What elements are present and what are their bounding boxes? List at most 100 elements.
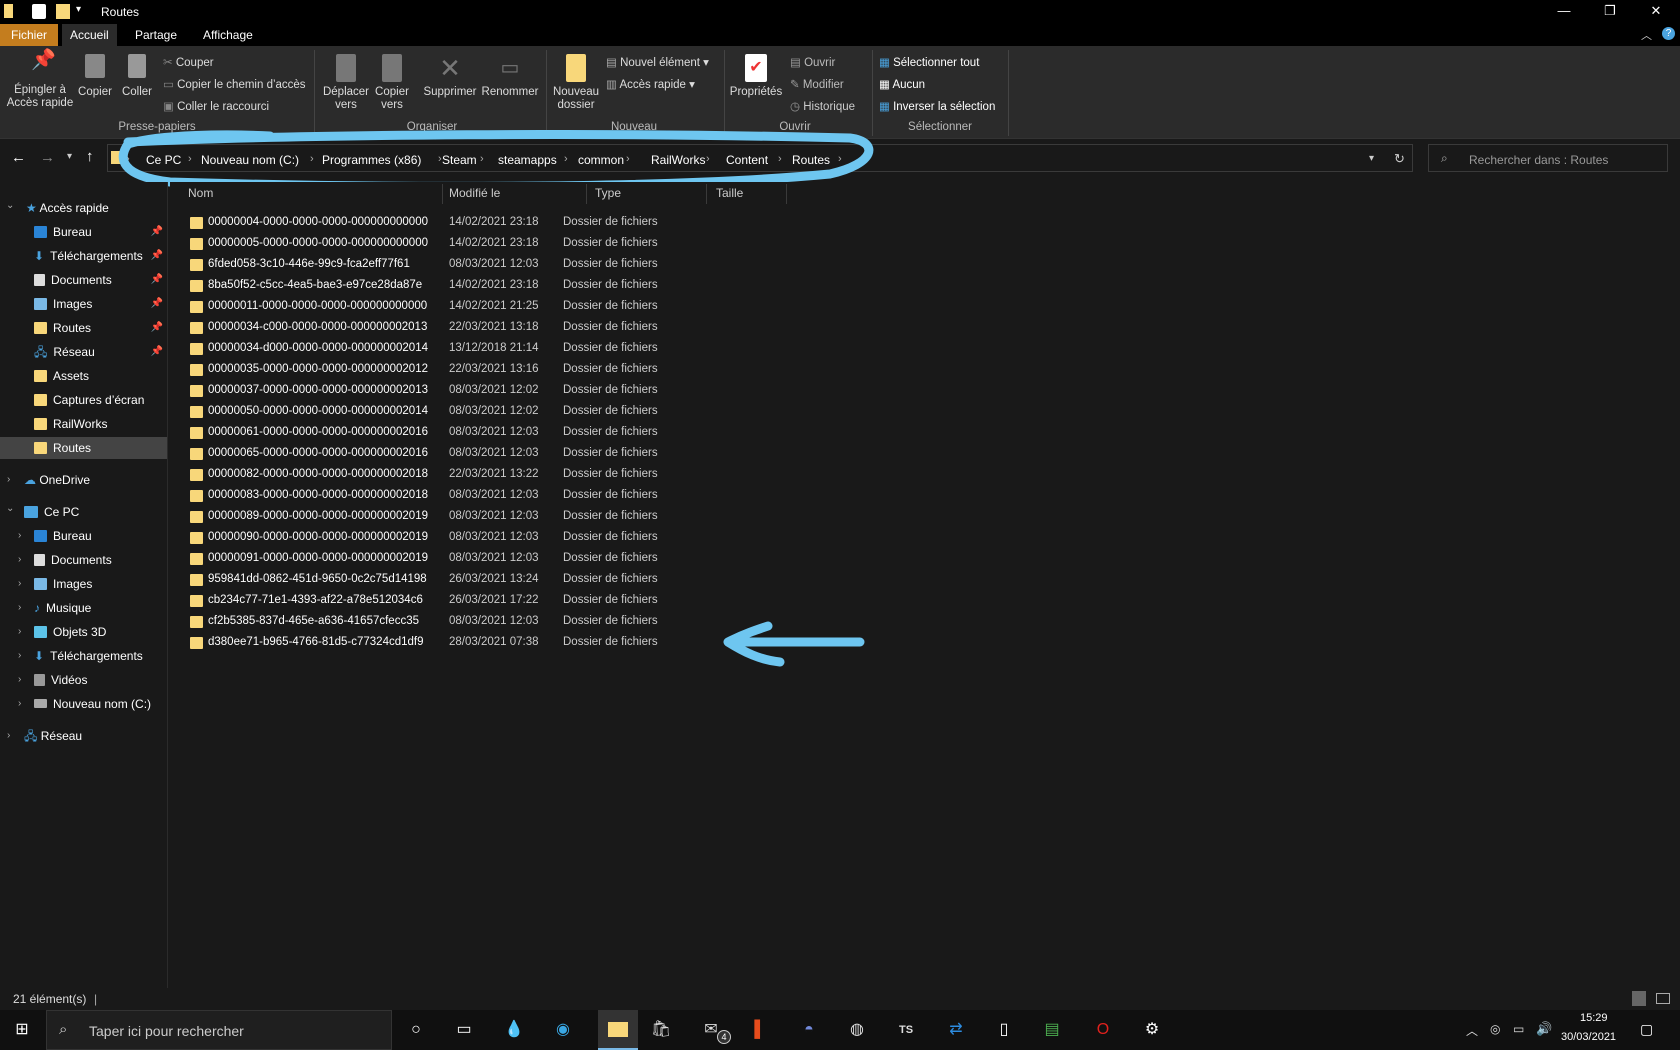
large-icons-view-icon[interactable] — [1656, 993, 1670, 1004]
copy-to-button[interactable]: Copier vers — [368, 54, 416, 112]
volume-icon[interactable]: 🔊 — [1536, 1021, 1552, 1037]
cut-button[interactable]: ✂ Couper — [163, 55, 214, 69]
expand-arrow-icon[interactable]: › — [18, 554, 21, 565]
open-button[interactable]: ▤ Ouvrir — [790, 55, 835, 69]
notifications-icon[interactable]: ▢ — [1640, 1021, 1653, 1038]
invert-selection-button[interactable]: ▦ Inverser la sélection — [879, 99, 995, 113]
forward-button[interactable]: → — [40, 149, 55, 166]
nav-item-reseau-pinned[interactable]: 🖧 Réseau 📌 — [0, 341, 167, 363]
history-button[interactable]: ◷ Historique — [790, 99, 855, 113]
properties-button[interactable]: ✔ Propriétés — [726, 54, 786, 99]
column-header-size[interactable]: Taille — [716, 186, 743, 200]
table-row[interactable]: 00000050-0000-0000-0000-000000002014 08/0… — [184, 401, 714, 422]
expand-arrow-icon[interactable]: › — [18, 602, 21, 613]
table-row[interactable]: 959841dd-0862-451d-9650-0c2c75d14198 26/0… — [184, 569, 714, 590]
expand-arrow-icon[interactable]: › — [18, 626, 21, 637]
nav-pc-bureau[interactable]: Bureau — [14, 525, 167, 547]
nav-item-assets[interactable]: Assets — [0, 365, 167, 387]
paste-shortcut-button[interactable]: ▣ Coller le raccourci — [163, 99, 269, 113]
network-tray-icon[interactable]: ▭ — [1513, 1022, 1524, 1036]
expand-arrow-icon[interactable]: › — [7, 474, 10, 485]
table-row[interactable]: 00000035-0000-0000-0000-000000002012 22/0… — [184, 359, 714, 380]
table-row[interactable]: 8ba50f52-c5cc-4ea5-bae3-e97ce28da87e 14/0… — [184, 275, 714, 296]
nav-item-bureau[interactable]: Bureau 📌 — [0, 221, 167, 243]
table-row[interactable]: cf2b5385-837d-465e-a636-41657cfecc35 08/0… — [184, 611, 714, 632]
recent-locations-button[interactable]: ▾ — [67, 151, 72, 162]
help-icon[interactable]: ? — [1662, 27, 1675, 40]
table-row[interactable]: 00000065-0000-0000-0000-000000002016 08/0… — [184, 443, 714, 464]
nav-pc-drive-c[interactable]: Nouveau nom (C:) — [14, 693, 167, 715]
tab-partage[interactable]: Partage — [127, 24, 185, 46]
nav-item-routes-pinned[interactable]: Routes 📌 — [0, 317, 167, 339]
expand-arrow-icon[interactable]: › — [18, 578, 21, 589]
expand-arrow-icon[interactable]: › — [18, 650, 21, 661]
tab-accueil[interactable]: Accueil — [62, 24, 117, 46]
rename-button[interactable]: ▭ Renommer — [480, 54, 540, 99]
nav-item-telechargements[interactable]: ⬇ Téléchargements 📌 — [0, 245, 167, 267]
nav-item-railworks[interactable]: RailWorks — [0, 413, 167, 435]
up-button[interactable]: ↑ — [86, 148, 94, 165]
column-separator[interactable] — [786, 184, 787, 204]
new-item-button[interactable]: ▤ Nouvel élément ▾ — [606, 55, 709, 69]
table-row[interactable]: d380ee71-b965-4766-81d5-c77324cd1df9 28/0… — [184, 632, 714, 653]
table-row[interactable]: 00000037-0000-0000-0000-000000002013 08/0… — [184, 380, 714, 401]
column-separator[interactable] — [706, 184, 707, 204]
restore-button[interactable]: ❐ — [1587, 0, 1633, 24]
table-row[interactable]: 00000090-0000-0000-0000-000000002019 08/0… — [184, 527, 714, 548]
table-row[interactable]: 00000034-d000-0000-0000-000000002014 13/1… — [184, 338, 714, 359]
close-button[interactable]: ✕ — [1633, 0, 1679, 24]
tab-fichier[interactable]: Fichier — [0, 24, 59, 46]
nav-onedrive[interactable]: ☁ OneDrive — [24, 469, 90, 491]
minimize-button[interactable]: — — [1541, 0, 1587, 24]
nav-pc-objets3d[interactable]: Objets 3D — [14, 621, 167, 643]
new-folder-button[interactable]: Nouveau dossier — [550, 54, 602, 112]
chevron-up-icon[interactable]: ︿ — [1466, 1022, 1478, 1039]
table-row[interactable]: 00000082-0000-0000-0000-000000002018 22/0… — [184, 464, 714, 485]
edge-icon[interactable]: ◉ — [551, 1018, 575, 1042]
nav-item-routes-selected[interactable]: Routes — [0, 437, 167, 459]
nav-this-pc[interactable]: Ce PC — [24, 501, 79, 523]
taskbar-search-box[interactable]: ⌕ Taper ici pour rechercher — [46, 1010, 392, 1050]
trainsim-icon[interactable]: TS — [894, 1018, 918, 1042]
office-icon[interactable]: ▌ — [748, 1018, 772, 1042]
select-none-button[interactable]: ▦ Aucun — [879, 77, 925, 91]
table-row[interactable]: 00000083-0000-0000-0000-000000002018 08/0… — [184, 485, 714, 506]
delete-button[interactable]: ✕ Supprimer — [420, 54, 480, 99]
move-to-button[interactable]: Déplacer vers — [320, 54, 372, 112]
opera-icon[interactable]: O — [1091, 1018, 1115, 1042]
copy-button[interactable]: Copier — [76, 54, 114, 99]
table-row[interactable]: 00000089-0000-0000-0000-000000002019 08/0… — [184, 506, 714, 527]
nav-item-captures[interactable]: Captures d’écran — [0, 389, 167, 411]
table-row[interactable]: 00000004-0000-0000-0000-000000000000 14/0… — [184, 212, 714, 233]
column-header-name[interactable]: Nom — [188, 186, 213, 200]
nav-pc-documents[interactable]: Documents — [14, 549, 167, 571]
document-icon[interactable]: ▯ — [992, 1018, 1016, 1042]
expand-arrow-icon[interactable]: › — [18, 674, 21, 685]
file-explorer-taskbar-button[interactable] — [598, 1010, 638, 1050]
collapse-ribbon-icon[interactable]: ︿ — [1641, 27, 1652, 43]
table-row[interactable]: 00000005-0000-0000-0000-000000000000 14/0… — [184, 233, 714, 254]
paint3d-icon[interactable]: 💧 — [502, 1018, 526, 1042]
clock-time[interactable]: 15:29 — [1580, 1012, 1608, 1024]
table-row[interactable]: 00000091-0000-0000-0000-000000002019 08/0… — [184, 548, 714, 569]
nav-pc-videos[interactable]: Vidéos — [14, 669, 167, 691]
back-button[interactable]: ← — [11, 149, 26, 166]
paste-button[interactable]: Coller — [118, 54, 156, 99]
notepad-icon[interactable]: ▤ — [1040, 1018, 1064, 1042]
collapse-arrow-icon[interactable]: ⌄ — [6, 503, 14, 514]
expand-arrow-icon[interactable]: › — [18, 698, 21, 709]
details-view-icon[interactable] — [1632, 991, 1646, 1006]
settings-icon[interactable]: ⚙ — [1140, 1018, 1164, 1042]
nav-pc-images[interactable]: Images — [14, 573, 167, 595]
table-row[interactable]: 6fded058-3c10-446e-99c9-fca2eff77f61 08/0… — [184, 254, 714, 275]
collapse-arrow-icon[interactable]: ⌄ — [6, 200, 14, 211]
nav-quick-access[interactable]: ★ Accès rapide — [26, 197, 109, 219]
refresh-icon[interactable]: ↻ — [1394, 151, 1405, 167]
properties-quick-icon[interactable] — [32, 4, 46, 19]
pin-quick-access-button[interactable]: 📌 Épingler à Accès rapide — [4, 50, 76, 110]
expand-arrow-icon[interactable]: › — [7, 730, 10, 741]
clock-date[interactable]: 30/03/2021 — [1561, 1031, 1616, 1043]
nav-pc-telechargements[interactable]: ⬇ Téléchargements — [14, 645, 167, 667]
steam-icon[interactable]: ◍ — [845, 1018, 869, 1042]
column-header-modified[interactable]: Modifié le — [449, 186, 500, 200]
